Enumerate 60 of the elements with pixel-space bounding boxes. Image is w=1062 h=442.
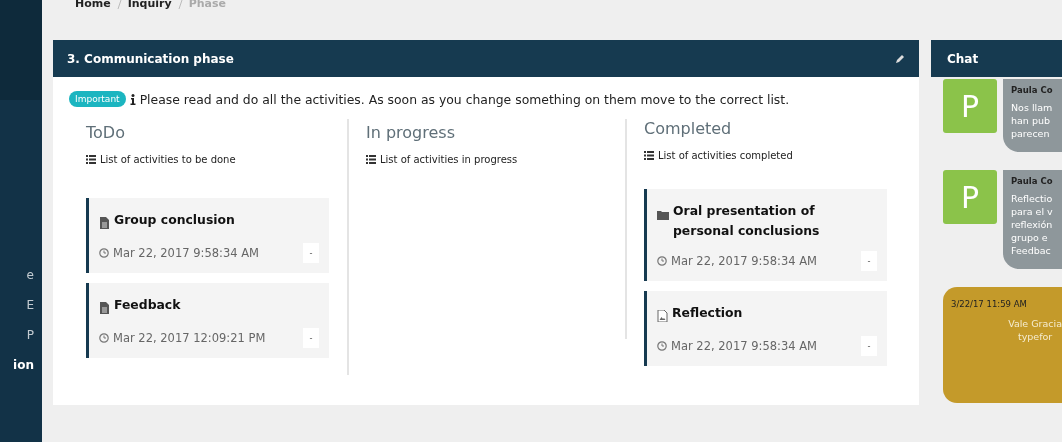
panel-title: 3. Communication phase [67,51,234,66]
activity-title: Feedback [114,296,181,314]
sidebar-item[interactable]: P [26,328,42,342]
message-text: para el v [1011,205,1054,218]
clock-icon [657,341,667,351]
document-icon [99,217,110,229]
message-text: Reflectio [1011,192,1054,205]
activity-card[interactable]: Oral presentation of personal conclusions Mar 22, 2017 9:58:34 AM - [644,189,887,281]
message-text: reflexión [1011,218,1054,231]
clock-icon [657,256,667,266]
collapse-button[interactable]: - [303,328,319,348]
message-text: Feedbac [1011,244,1052,257]
important-badge: Important [69,91,126,107]
image-file-icon [657,310,668,322]
message-text: parecen [1011,127,1051,140]
message-text: grupo e [1011,231,1049,244]
collapse-button[interactable]: - [861,251,877,271]
activity-title: Reflection [672,304,743,322]
avatar: P [943,79,997,133]
message-time: 3/22/17 11:59 AM [951,299,1027,309]
column-title: Completed [644,119,733,138]
message-text: Nos llam [1011,101,1054,114]
list-icon [86,155,96,164]
activity-card[interactable]: Reflection Mar 22, 2017 9:58:34 AM - [644,291,887,366]
sidebar-item[interactable]: ion [13,358,42,372]
clock-icon [99,333,109,343]
collapse-button[interactable]: - [861,336,877,356]
activity-time: Mar 22, 2017 9:58:34 AM [671,254,817,268]
column-subtitle: List of activities to be done [100,154,236,165]
breadcrumb-separator-icon [177,0,183,9]
folder-icon [657,210,669,220]
clock-icon [99,248,109,258]
info-icon [129,93,136,105]
sidebar-item[interactable]: e [26,268,42,282]
message-text: typefor [1017,330,1053,343]
list-icon [644,151,654,160]
pencil-icon[interactable] [895,53,905,64]
sidebar-item[interactable]: E [26,298,42,312]
message-text: Vale Gracia [1008,317,1062,330]
activity-title: Group conclusion [114,211,235,229]
message-text: han pub [1011,114,1051,127]
column-subtitle: List of activities in progress [380,154,518,165]
activity-time: Mar 22, 2017 12:09:21 PM [113,331,266,345]
activity-title: Oral presentation of personal conclusions [673,202,821,240]
chat-title: Chat [947,51,979,66]
sender-name: Paula Co [1011,85,1054,95]
activity-time: Mar 22, 2017 9:58:34 AM [113,246,259,260]
breadcrumb-separator-icon [116,0,122,9]
activity-time: Mar 22, 2017 9:58:34 AM [671,339,817,353]
activity-card[interactable]: Feedback Mar 22, 2017 12:09:21 PM - [86,283,329,358]
document-icon [99,302,110,314]
list-icon [366,155,376,164]
notice-text: Please read and do all the activities. As soon as you change something on them move to the correct list. [139,91,790,107]
column-subtitle: List of activities completed [658,150,793,161]
activity-card[interactable]: Group conclusion Mar 22, 2017 9:58:34 AM - [86,198,329,273]
column-title: ToDo [86,123,126,142]
column-title: In progress [366,123,456,142]
collapse-button[interactable]: - [303,243,319,263]
sender-name: Paula Co [1011,176,1054,186]
avatar: P [943,170,997,224]
